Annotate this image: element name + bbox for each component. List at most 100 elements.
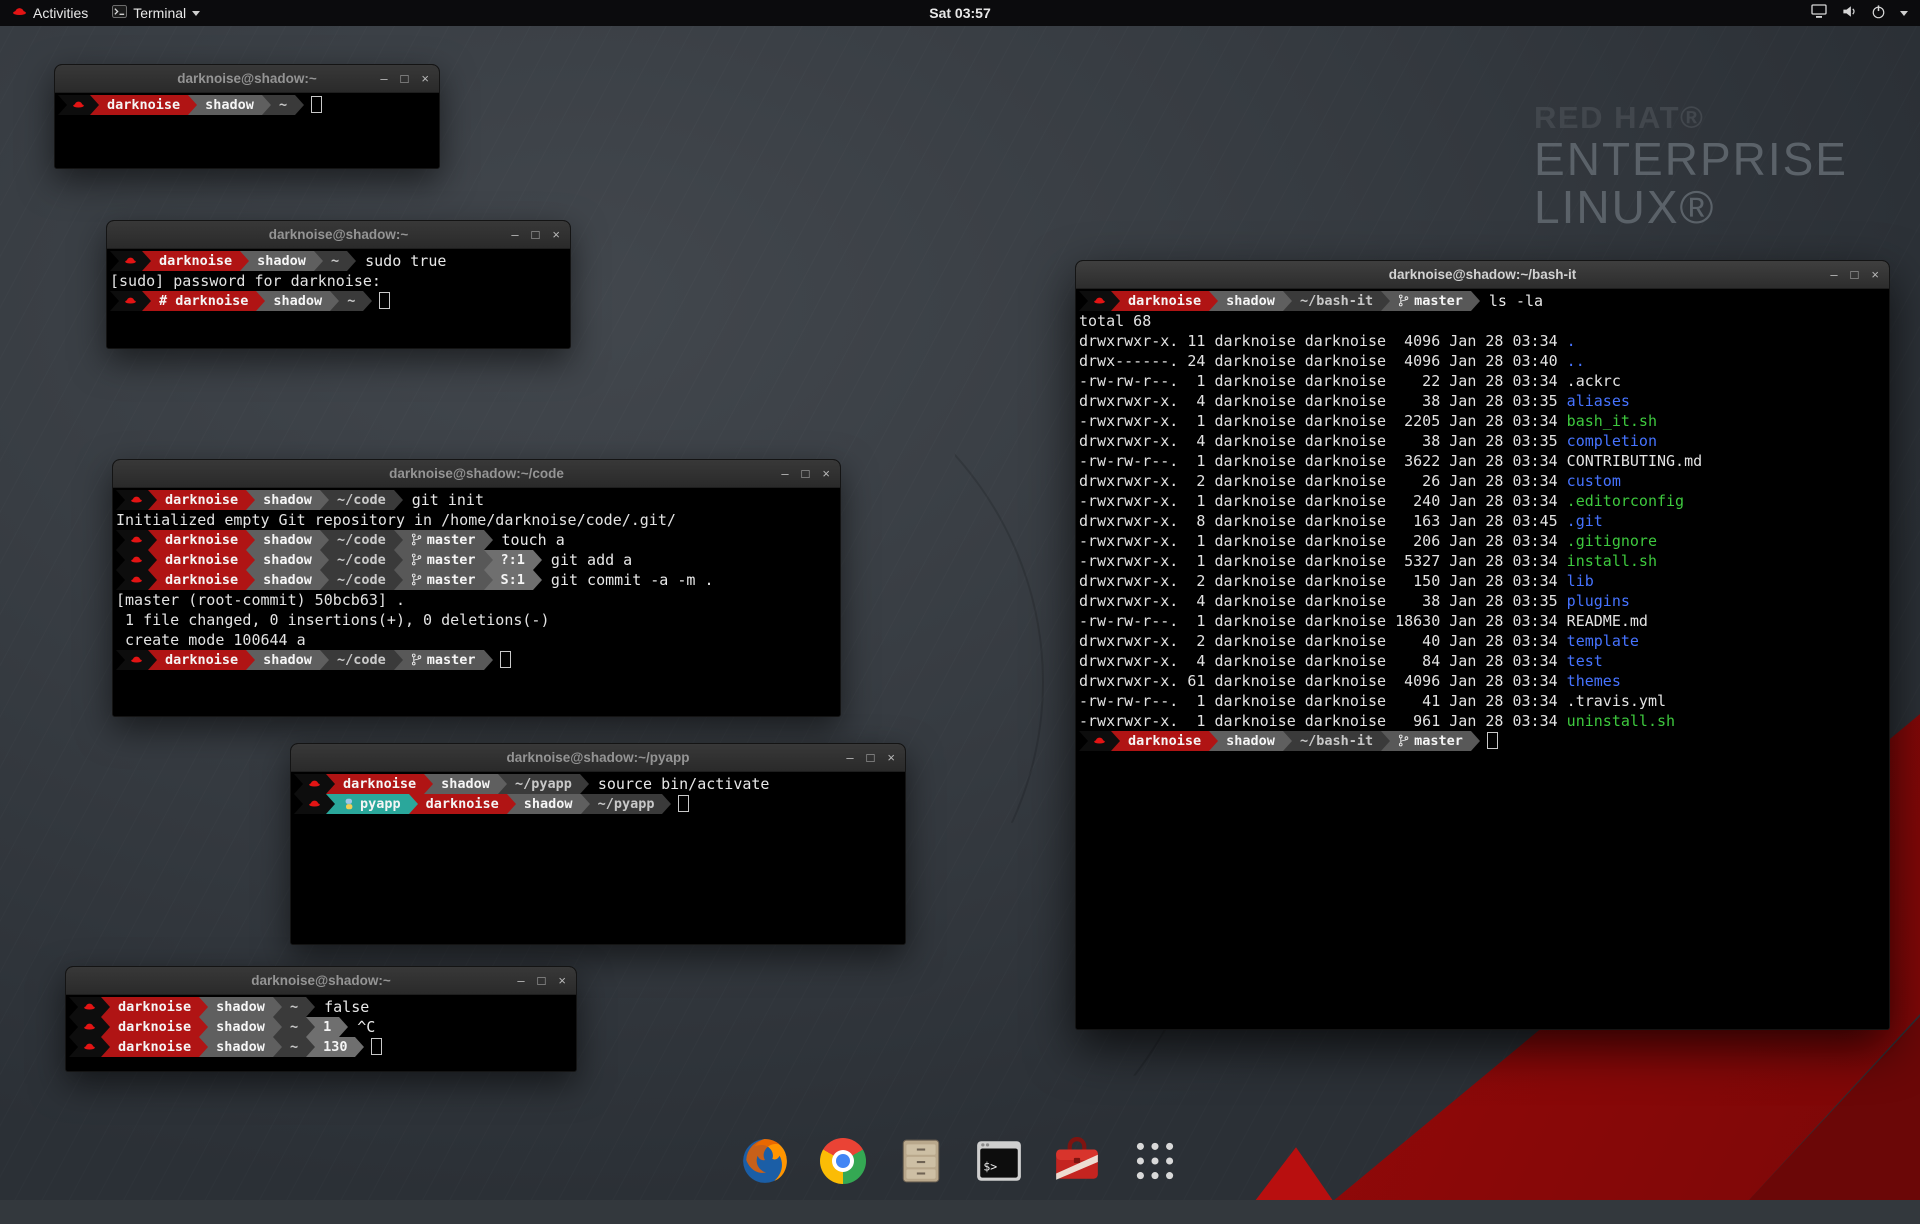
output-line: -rw-rw-r--. 1 darknoise darknoise 22 Jan… [1079,371,1886,391]
close-button[interactable]: × [558,974,566,987]
titlebar[interactable]: darknoise@shadow:~/pyapp – □ × [291,744,905,772]
executable-name: uninstall.sh [1567,712,1675,730]
powerline-arrow [533,570,542,590]
powerline-arrow [1209,291,1218,311]
powerline-arrow [1079,291,1088,311]
terminal-cursor [1487,732,1498,749]
output-line: drwxrwxr-x. 4 darknoise darknoise 38 Jan… [1079,391,1886,411]
prompt-segment: shadow [197,95,262,115]
minimize-button[interactable]: – [1830,268,1837,281]
redhat-icon [1088,731,1111,751]
prompt-segment: ~/code [329,650,394,670]
command-text: false [315,998,369,1016]
minimize-button[interactable]: – [380,72,387,85]
prompt-segment: shadow [255,530,320,550]
window-title: darknoise@shadow:~/bash-it [1389,267,1577,282]
maximize-button[interactable]: □ [802,467,810,480]
powerline-arrow [110,291,119,311]
titlebar[interactable]: darknoise@shadow:~ – □ × [107,221,570,249]
minimize-button[interactable]: – [517,974,524,987]
executable-name: bash_it.sh [1567,412,1657,430]
activities-button[interactable]: Activities [0,0,100,26]
prompt-segment: shadow [255,650,320,670]
prompt-segment: shadow [208,1017,273,1037]
powerline-arrow [148,650,157,670]
window-title: darknoise@shadow:~ [251,973,391,988]
output-text: drwxrwxr-x. 2 darknoise darknoise 150 Ja… [1079,572,1567,590]
output-text: drwx------. 24 darknoise darknoise 4096 … [1079,352,1567,370]
powerline-arrow [246,530,255,550]
prompt-segment: ~/pyapp [590,794,663,814]
redhat-icon [67,95,90,115]
chrome-icon[interactable] [818,1136,868,1186]
maximize-button[interactable]: □ [538,974,546,987]
branch-icon: master [403,650,484,670]
titlebar[interactable]: darknoise@shadow:~ – □ × [55,65,439,93]
output-line: -rw-rw-r--. 1 darknoise darknoise 3622 J… [1079,451,1886,471]
maximize-button[interactable]: □ [867,751,875,764]
terminal-body[interactable]: darknoiseshadow~/bash-itmaster ls -latot… [1076,289,1889,1029]
powerline-arrow [240,251,249,271]
app-grid-icon[interactable] [1130,1136,1180,1186]
files-icon[interactable] [896,1136,946,1186]
powerline-arrow [1079,731,1088,751]
output-line: drwxrwxr-x. 2 darknoise darknoise 26 Jan… [1079,471,1886,491]
powerline-arrow [116,530,125,550]
prompt-segment: ~ [282,1037,306,1057]
terminal-body[interactable]: darknoiseshadow~ sudo true[sudo] passwor… [107,249,570,348]
directory-name: test [1567,652,1603,670]
powerline-arrow [320,650,329,670]
redhat-icon [78,1017,101,1037]
clock[interactable]: Sat 03:57 [929,5,990,21]
prompt-segment: ~ [271,95,295,115]
prompt-segment: darknoise [99,95,188,115]
prompt-line: darknoiseshadow~/codemaster?:1 git add a [116,550,837,570]
output-line: -rwxrwxr-x. 1 darknoise darknoise 5327 J… [1079,551,1886,571]
terminal-body[interactable]: darknoiseshadow~ falsedarknoiseshadow~1 … [66,995,576,1071]
close-button[interactable]: × [552,228,560,241]
minimize-button[interactable]: – [781,467,788,480]
titlebar[interactable]: darknoise@shadow:~/bash-it – □ × [1076,261,1889,289]
output-text: .ackrc [1567,372,1621,390]
terminal-body[interactable]: darknoise shadow ~ [55,93,439,168]
powerline-arrow [1283,731,1292,751]
output-line: -rwxrwxr-x. 1 darknoise darknoise 240 Ja… [1079,491,1886,511]
close-button[interactable]: × [887,751,895,764]
firefox-icon[interactable] [740,1136,790,1186]
maximize-button[interactable]: □ [1851,268,1859,281]
minimize-button[interactable]: – [846,751,853,764]
terminal-window-code: darknoise@shadow:~/code – □ × darknoises… [112,459,841,717]
directory-name: custom [1567,472,1621,490]
close-button[interactable]: × [1871,268,1879,281]
app-menu[interactable]: Terminal [100,0,212,26]
terminal-body[interactable]: darknoiseshadow~/pyapp source bin/activa… [291,772,905,944]
maximize-button[interactable]: □ [401,72,409,85]
branding-enterprise: ENTERPRISE [1534,136,1848,184]
command-text: touch a [493,531,565,549]
prompt-segment: darknoise [157,650,246,670]
powerline-arrow [314,251,323,271]
powerline-arrow [320,570,329,590]
powerline-arrow [484,550,493,570]
terminal-cursor [678,795,689,812]
close-button[interactable]: × [421,72,429,85]
powerline-arrow [148,550,157,570]
prompt-segment: ~ [339,291,363,311]
prompt-line: darknoiseshadow~/code git init [116,490,837,510]
maximize-button[interactable]: □ [532,228,540,241]
prompt-segment: shadow [208,997,273,1017]
prompt-line: darknoiseshadow~ sudo true [110,251,567,271]
titlebar[interactable]: darknoise@shadow:~/code – □ × [113,460,840,488]
powerline-arrow [295,95,304,115]
minimize-button[interactable]: – [511,228,518,241]
powerline-arrow [116,650,125,670]
terminal-body[interactable]: darknoiseshadow~/code git initInitialize… [113,488,840,716]
close-button[interactable]: × [822,467,830,480]
titlebar[interactable]: darknoise@shadow:~ – □ × [66,967,576,995]
output-line: [master (root-commit) 50bcb63] . [116,590,837,610]
app-menu-label: Terminal [133,5,186,21]
system-status-area[interactable] [1811,0,1920,26]
terminal-icon[interactable]: $> [974,1136,1024,1186]
toolbox-icon[interactable] [1052,1136,1102,1186]
prompt-line: darknoiseshadow~/bash-itmaster [1079,731,1886,751]
